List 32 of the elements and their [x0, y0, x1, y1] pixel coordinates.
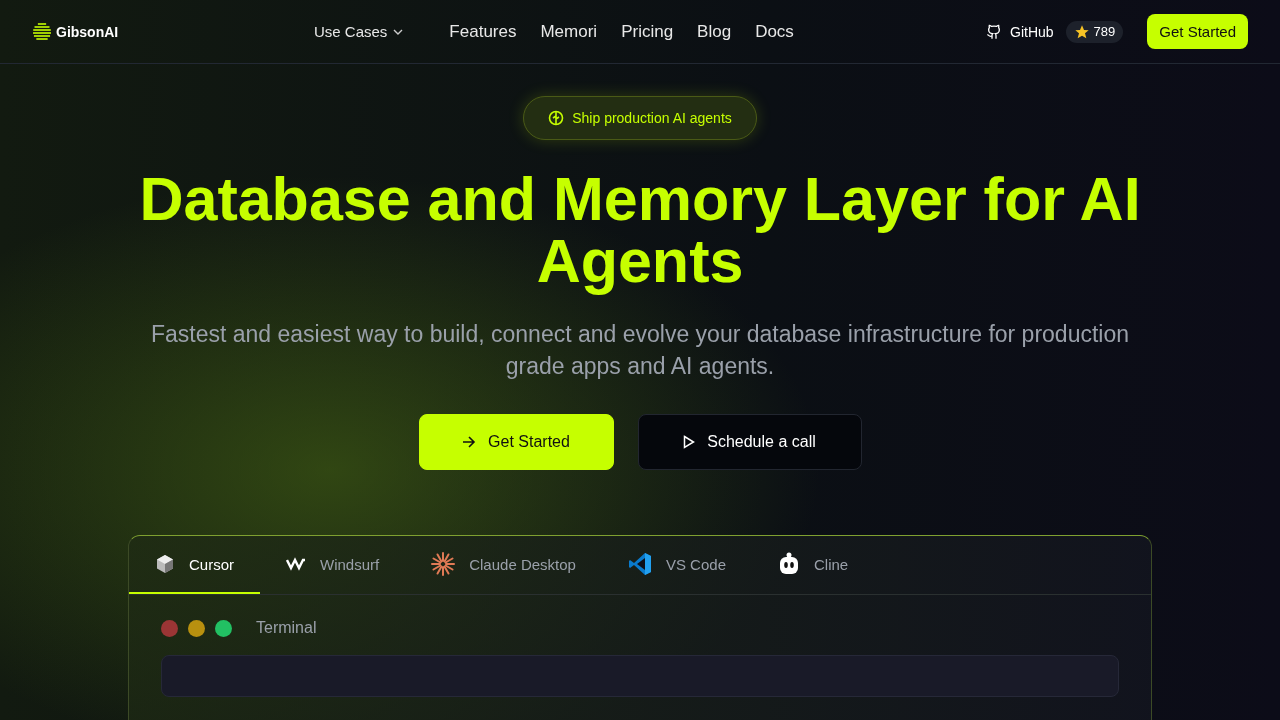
get-started-button[interactable]: Get Started [418, 414, 614, 470]
chevron-down-icon [393, 28, 404, 35]
nav-link[interactable]: Features [449, 21, 517, 42]
nav-link[interactable]: Blog [697, 21, 732, 42]
github-link[interactable]: GitHub [986, 23, 1054, 40]
robot-icon [778, 552, 800, 576]
editor-tab[interactable]: Cline [752, 536, 875, 594]
brand-name: GibsonAI [56, 23, 119, 40]
striped-circle-logo-icon [32, 21, 52, 42]
code-editor-logo-icon [627, 552, 652, 576]
hero-subtitle: Fastest and easiest way to build, connect and evolve your database infrastructure for production grade apps and AI agents. [149, 320, 1131, 381]
editor-tab[interactable]: Cursor [129, 536, 260, 594]
star-icon [1073, 23, 1090, 40]
wave-logo-icon [286, 557, 306, 571]
terminal-title: Terminal [256, 619, 317, 637]
nav-link[interactable]: Memori [540, 21, 598, 42]
nav-link[interactable]: Docs [755, 21, 794, 42]
starburst-icon [431, 552, 456, 576]
nav-dropdown[interactable]: Use Cases [314, 23, 404, 40]
play-icon [683, 435, 696, 449]
nav-link[interactable]: Pricing [621, 21, 674, 42]
get-started-button[interactable]: Get Started [1147, 14, 1248, 49]
editor-tab[interactable]: Claude Desktop [405, 536, 602, 594]
cube-icon [155, 554, 175, 574]
badge-text: Ship production AI agents [572, 110, 732, 126]
schedule-call-button[interactable]: Schedule a call [637, 414, 862, 470]
brain-icon [548, 110, 565, 126]
github-icon [986, 23, 1002, 40]
editor-tab[interactable]: VS Code [601, 536, 752, 594]
arrow-right-icon [462, 436, 477, 448]
editor-tab[interactable]: Windsurf [260, 536, 406, 594]
star-count: 789 [1065, 20, 1124, 43]
